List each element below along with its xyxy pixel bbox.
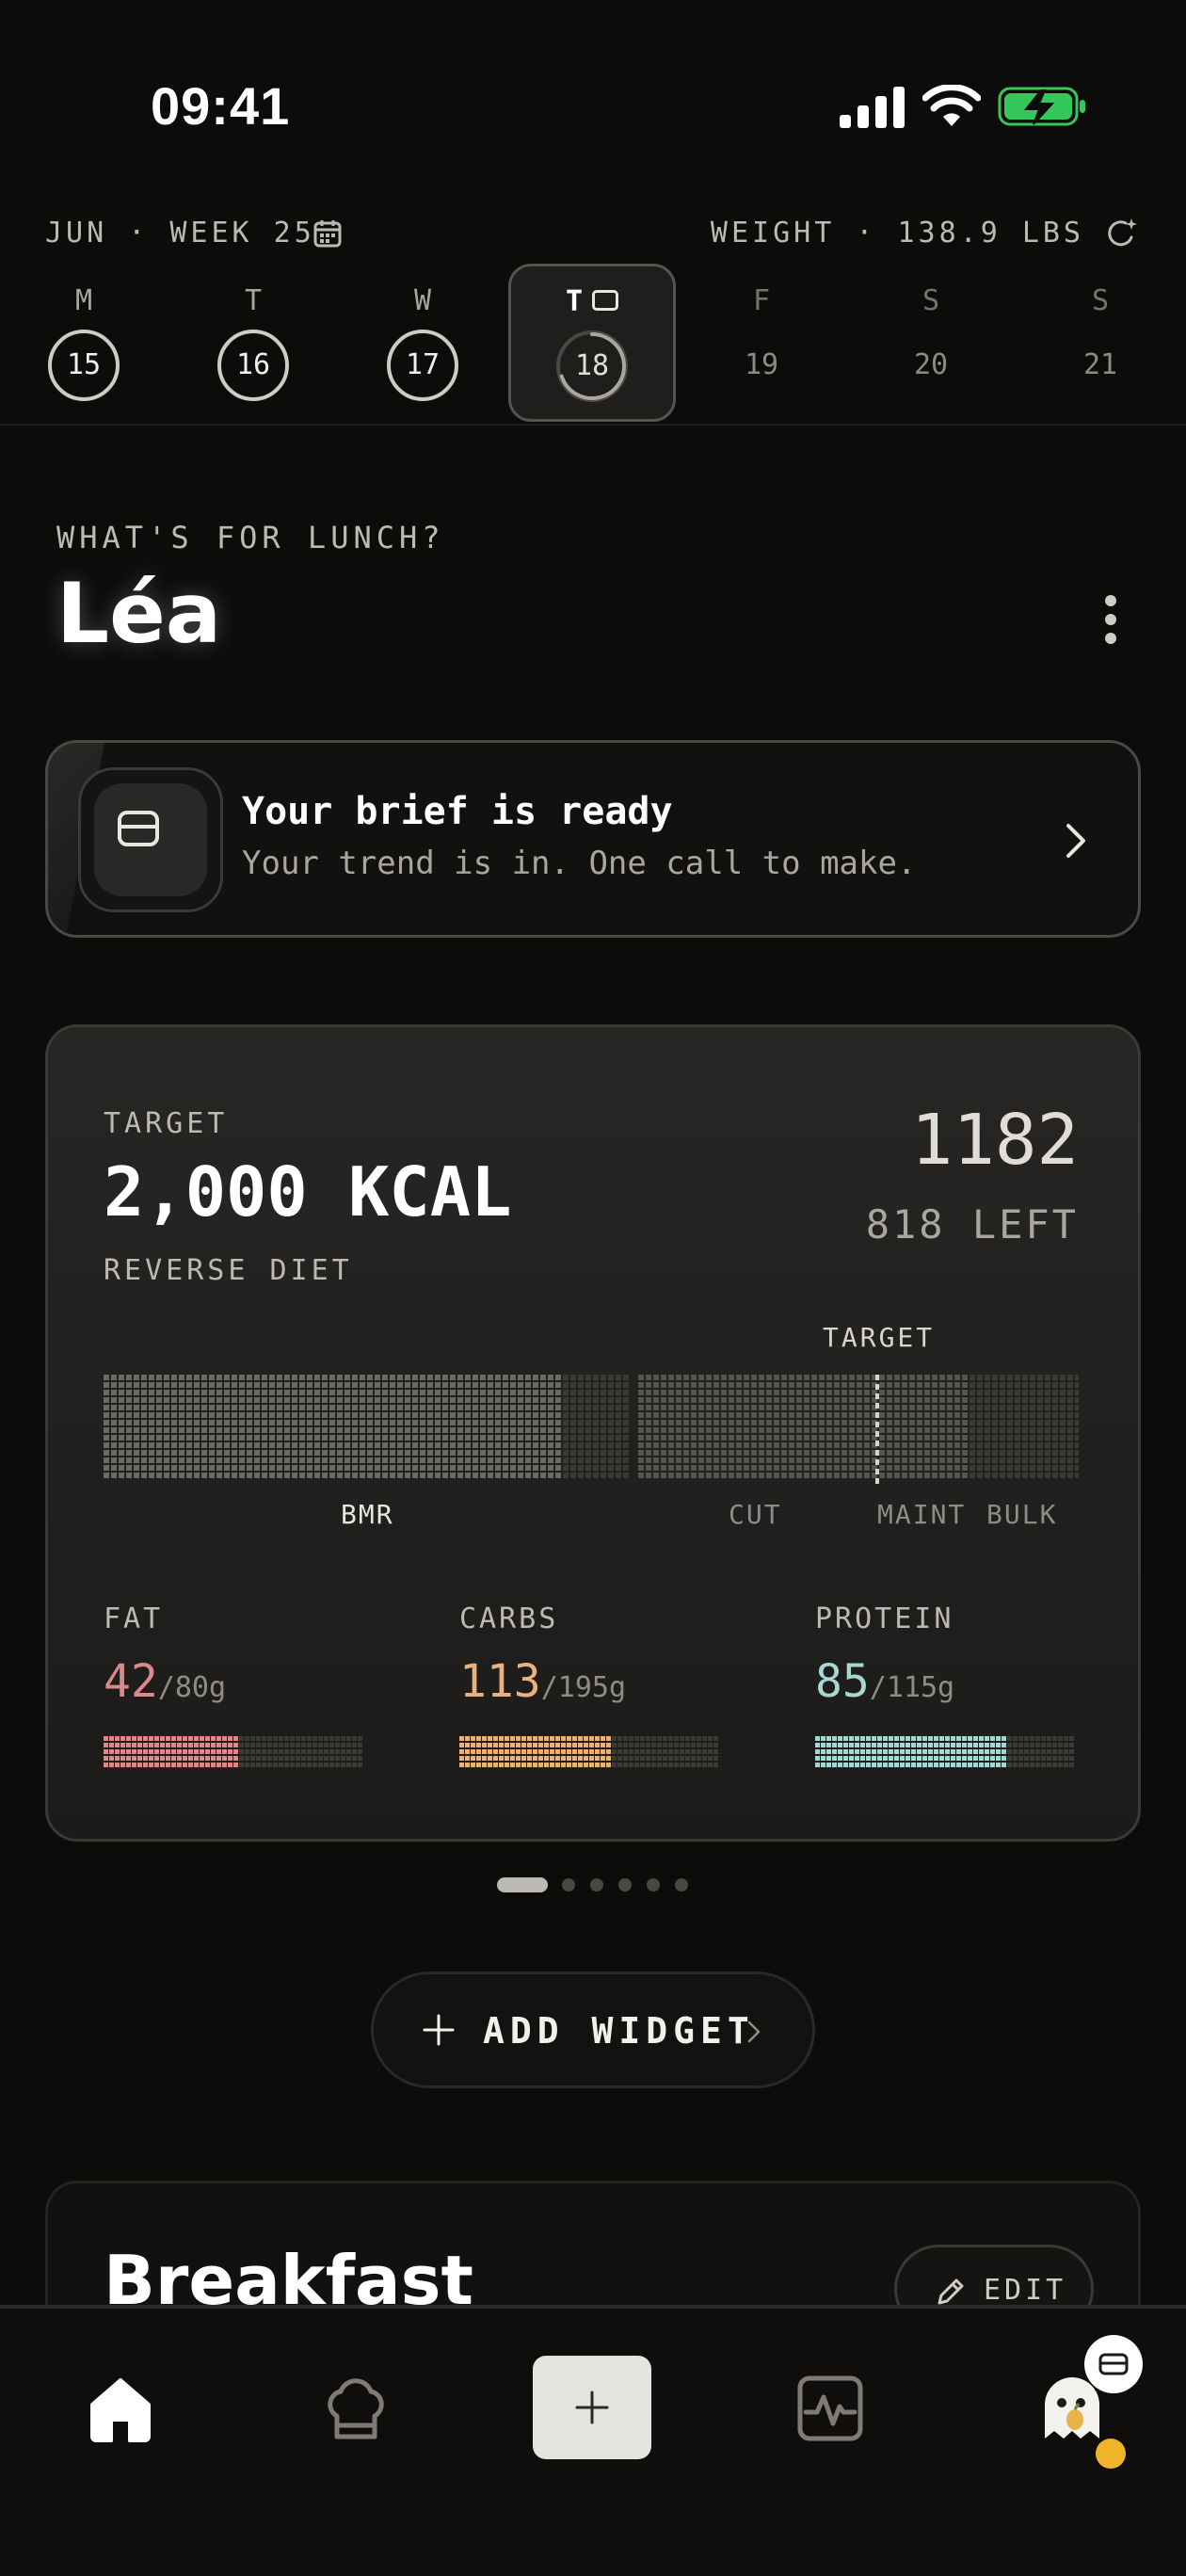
day-wednesday[interactable]: W 17	[352, 282, 493, 424]
brief-card[interactable]: Your brief is ready Your trend is in. On…	[45, 740, 1141, 938]
header-divider	[0, 424, 1186, 426]
day-progress-arc	[559, 332, 626, 400]
pager-dot	[675, 1878, 688, 1892]
home-icon[interactable]	[83, 2371, 158, 2446]
macro-carbs-value: 113/195g	[459, 1655, 627, 1708]
battery-charging-icon	[998, 87, 1085, 126]
meal-question: WHAT'S FOR LUNCH?	[56, 520, 445, 555]
day-number: 16	[217, 330, 289, 401]
day-monday[interactable]: M 15	[13, 282, 154, 424]
day-number: 15	[48, 330, 120, 401]
inbox-icon	[118, 811, 159, 846]
day-progress-ring	[559, 332, 626, 400]
wifi-icon	[922, 85, 981, 126]
macro-fat-value: 42/80g	[104, 1655, 227, 1708]
macro-protein-label: PROTEIN	[815, 1602, 954, 1635]
pager-dot	[647, 1878, 660, 1892]
inbox-icon	[1098, 2353, 1129, 2375]
add-widget-label: ADD WIDGET	[483, 2010, 755, 2052]
diet-mode: REVERSE DIET	[104, 1254, 353, 1287]
day-letter: S	[922, 284, 940, 317]
status-time: 09:41	[151, 76, 291, 136]
bmr-tail-segment	[563, 1375, 629, 1478]
macro-fat-bar	[104, 1736, 362, 1767]
macro-bar-cells	[104, 1736, 362, 1767]
pencil-icon	[938, 2278, 964, 2305]
target-label: TARGET	[104, 1107, 229, 1140]
page-indicator[interactable]	[497, 1876, 695, 1894]
calories-consumed: 1182	[910, 1100, 1079, 1181]
segment-bulk: BULK	[986, 1499, 1058, 1530]
brief-icon-container	[78, 767, 223, 912]
day-letter: M	[74, 284, 93, 317]
segment-maint: MAINT	[877, 1499, 967, 1530]
refresh-sparkle-icon[interactable]	[1103, 215, 1139, 250]
day-sunday[interactable]: S 21	[1030, 282, 1171, 424]
day-thursday-selected[interactable]: T 18	[508, 264, 676, 422]
pager-dot	[618, 1878, 632, 1892]
day-number: 17	[387, 330, 458, 401]
day-letter: F	[752, 284, 771, 317]
day-letter: T	[244, 284, 263, 317]
target-value: 2,000 KCAL	[104, 1152, 512, 1232]
segment-cut: CUT	[729, 1499, 782, 1530]
more-menu-icon[interactable]	[1099, 595, 1122, 652]
day-saturday[interactable]: S 20	[860, 282, 1002, 424]
plus-icon	[423, 2014, 455, 2046]
plus-icon	[575, 2391, 609, 2424]
pager-dot	[590, 1878, 603, 1892]
macro-bar-cells	[459, 1736, 718, 1767]
brief-subtitle: Your trend is in. One call to make.	[242, 845, 917, 882]
energy-range-bar	[104, 1375, 1079, 1484]
inbox-badge[interactable]	[1084, 2335, 1143, 2393]
day-tuesday[interactable]: T 16	[183, 282, 324, 424]
macro-carbs-label: CARBS	[459, 1602, 559, 1635]
day-number: 21	[1082, 348, 1118, 381]
edit-label: EDIT	[984, 2274, 1067, 2307]
day-letter: S	[1091, 284, 1110, 317]
notification-dot	[1096, 2439, 1126, 2469]
user-name: Léa	[56, 565, 222, 662]
bmr-segment	[104, 1375, 561, 1478]
bulk-segment	[970, 1375, 1079, 1478]
day-letter: T	[565, 285, 584, 318]
weight-label: WEIGHT · 138.9 LBS	[710, 217, 1084, 250]
activity-chart-icon[interactable]	[793, 2371, 868, 2446]
calendar-icon[interactable]	[313, 218, 343, 249]
calories-left: 818 LEFT	[865, 1201, 1079, 1248]
macro-fat-label: FAT	[104, 1602, 164, 1635]
cut-segment	[638, 1375, 870, 1478]
day-letter: W	[413, 284, 432, 317]
day-number: 19	[744, 348, 779, 381]
add-entry-button[interactable]	[533, 2356, 651, 2459]
chevron-right-icon	[1066, 824, 1085, 858]
macro-bar-cells	[815, 1736, 1074, 1767]
macro-protein-bar	[815, 1736, 1074, 1767]
target-marker-label: TARGET	[823, 1322, 936, 1353]
day-number: 20	[913, 348, 949, 381]
pager-dot-active	[497, 1877, 548, 1892]
maint-segment	[872, 1375, 968, 1478]
pager-dot	[562, 1878, 575, 1892]
macro-carbs-bar	[459, 1736, 718, 1767]
add-widget-button[interactable]: ADD WIDGET	[371, 1972, 815, 2088]
mail-icon	[592, 289, 619, 311]
chef-hat-icon[interactable]	[318, 2371, 393, 2446]
macro-protein-value: 85/115g	[815, 1655, 955, 1708]
brief-title: Your brief is ready	[242, 790, 673, 833]
day-friday[interactable]: F 19	[691, 282, 832, 424]
segment-bmr: BMR	[341, 1499, 394, 1530]
week-label: JUN · WEEK 25	[45, 217, 315, 250]
signal-icon	[840, 87, 905, 128]
chevron-right-icon	[747, 2021, 761, 2043]
